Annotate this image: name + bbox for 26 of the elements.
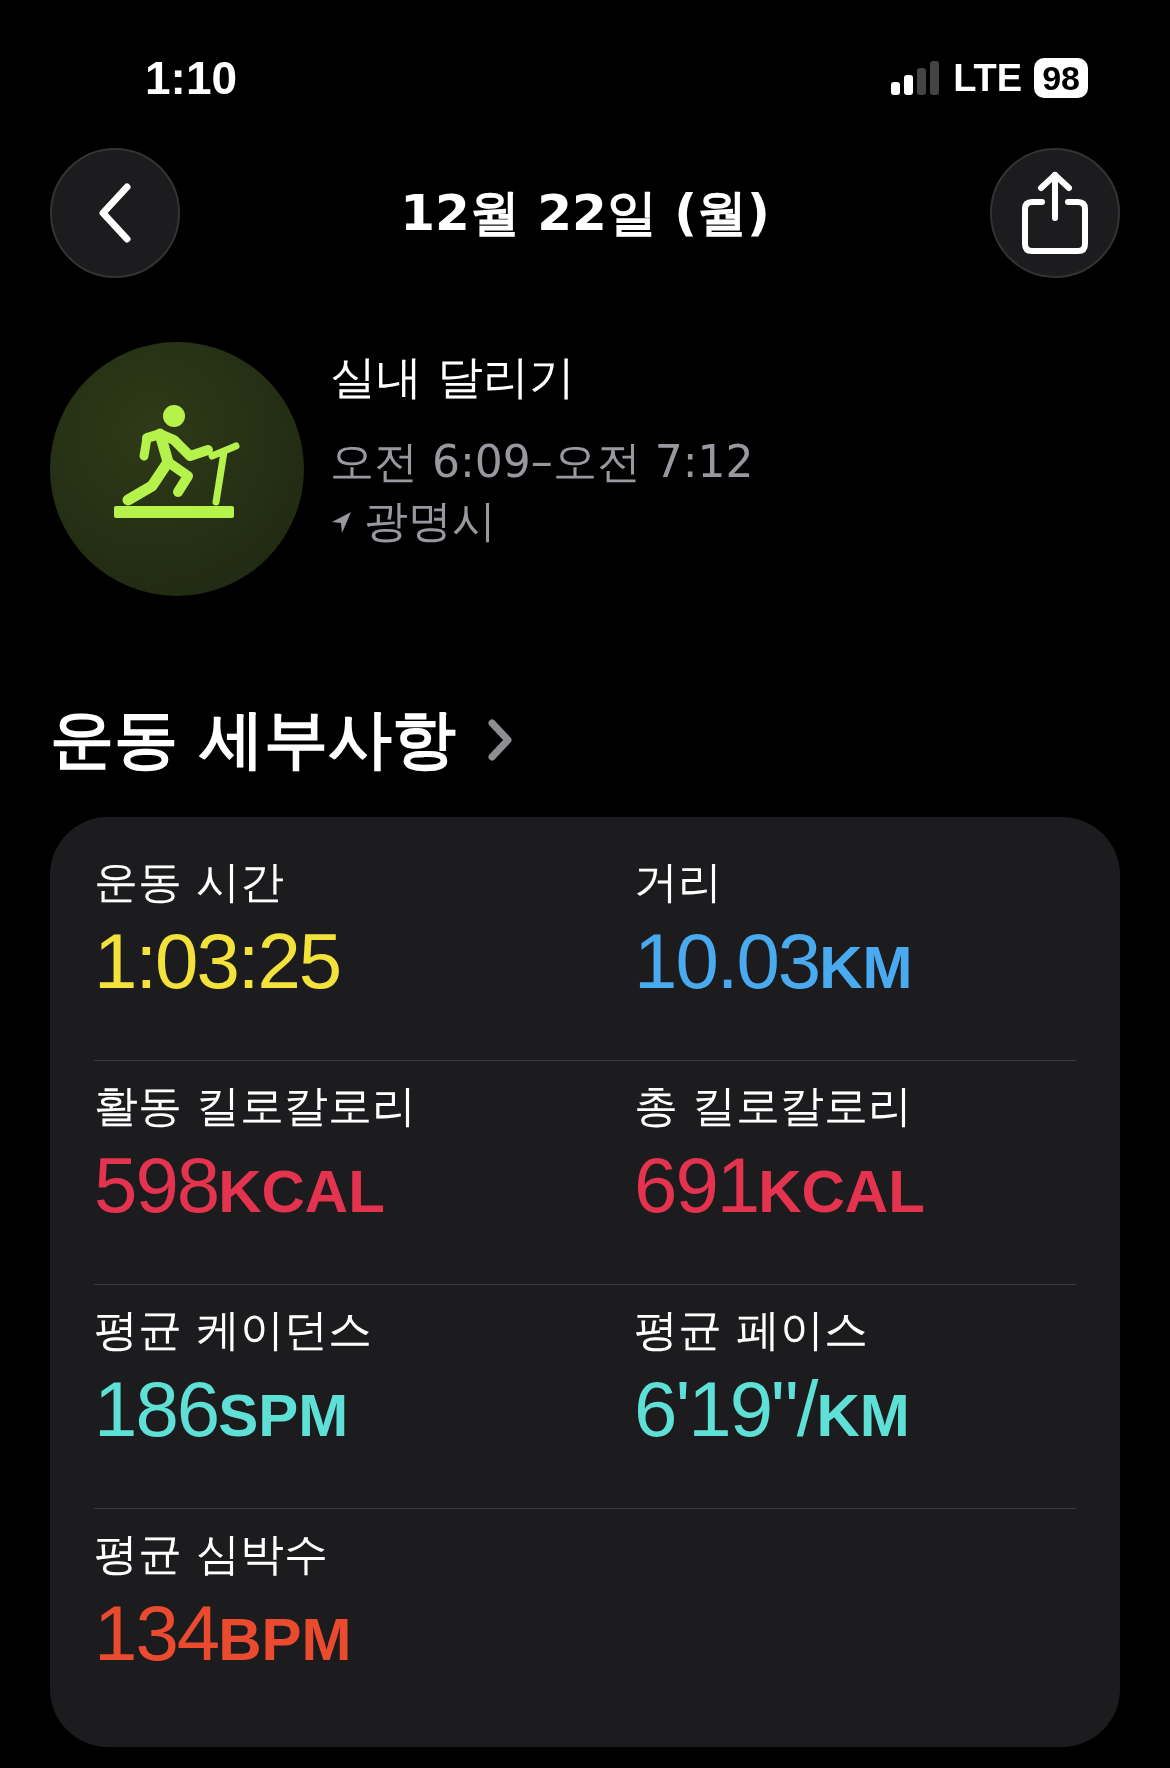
workout-name: 실내 달리기 — [330, 349, 576, 406]
metric-value: 598KCAL — [94, 1140, 385, 1231]
metric-label: 평균 페이스 — [634, 1303, 868, 1357]
chevron-icon[interactable] — [486, 717, 515, 762]
metric-label: 평균 심박수 — [94, 1527, 328, 1581]
metric-label: 거리 — [634, 855, 722, 909]
location-arrow-icon — [330, 509, 352, 534]
metric-label: 평균 케이던스 — [94, 1303, 372, 1357]
metric-value: 691KCAL — [634, 1140, 925, 1231]
metric-label: 운동 시간 — [94, 855, 284, 909]
metric-value: 186SPM — [94, 1364, 349, 1455]
metric-value: 134BPM — [94, 1588, 352, 1679]
page-title: 12월 22일 (월) — [400, 182, 770, 244]
workout-time-range: 오전 6:09–오전 7:12 — [330, 435, 754, 489]
metric-label: 활동 킬로칼로리 — [94, 1079, 416, 1133]
section-title[interactable]: 운동 세부사항 — [50, 696, 457, 783]
metric-value: 6'19"/KM — [634, 1364, 910, 1455]
signal-icon — [891, 60, 942, 96]
share-icon — [1020, 170, 1090, 256]
metric-value: 1:03:25 — [94, 916, 341, 1007]
battery-icon: 98 — [1034, 58, 1088, 98]
workout-location: 광명시 — [364, 494, 496, 548]
status-time: 1:10 — [145, 51, 238, 105]
network-label: LTE — [953, 56, 1023, 100]
metric-label: 총 킬로칼로리 — [634, 1079, 912, 1133]
metric-value: 10.03KM — [634, 916, 913, 1007]
